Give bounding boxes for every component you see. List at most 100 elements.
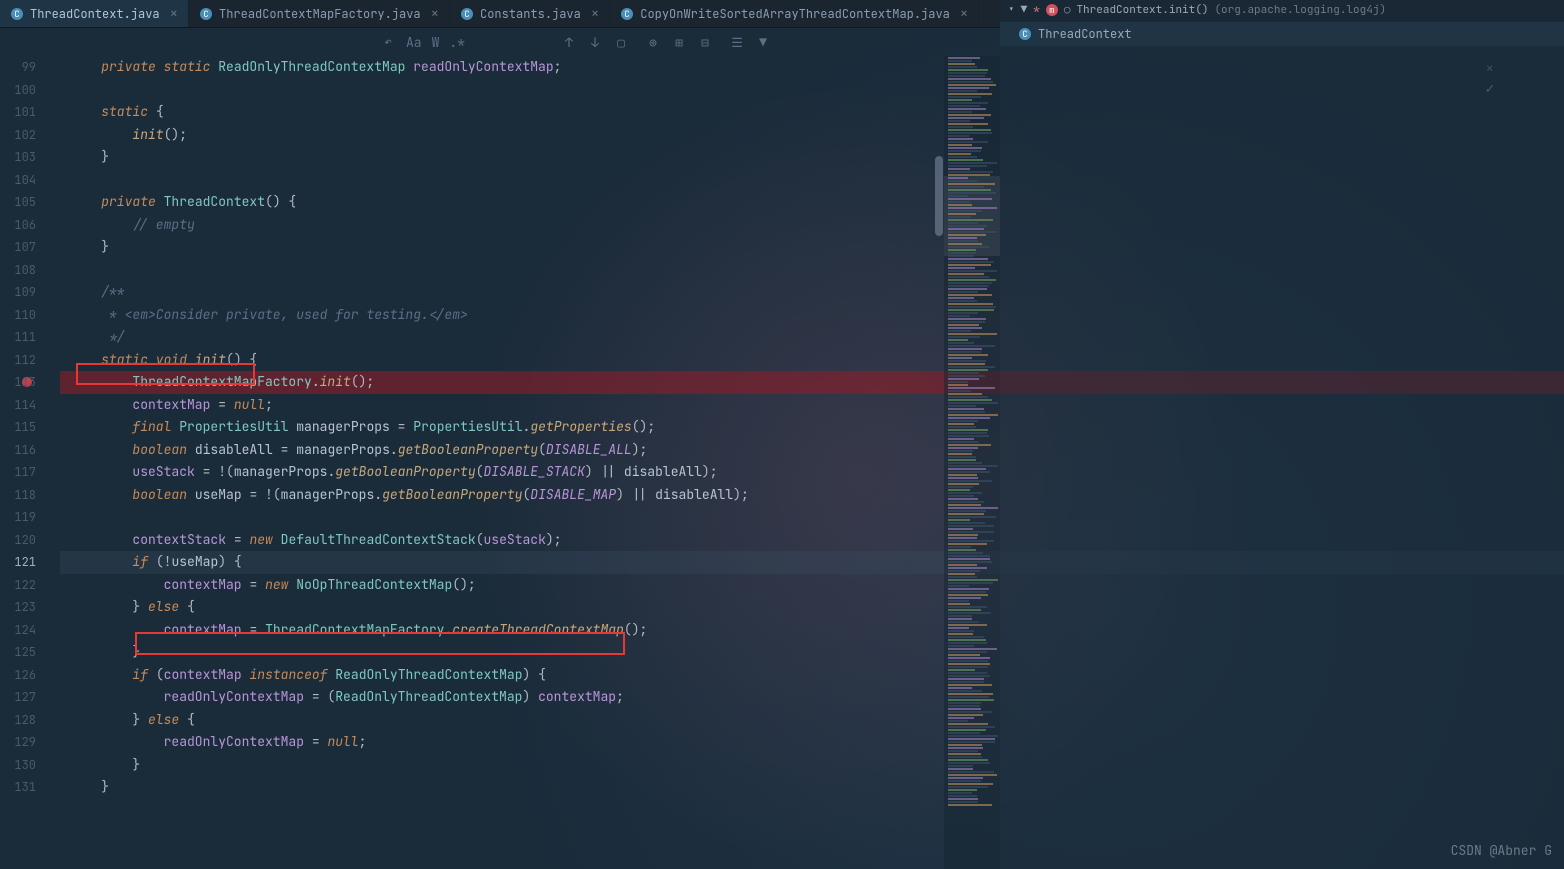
minimap-line — [948, 264, 991, 266]
minimap-line — [948, 426, 976, 428]
close-icon[interactable]: × — [960, 5, 968, 23]
minimap-line — [948, 252, 976, 254]
minimap-line — [948, 492, 982, 494]
select-all-icon[interactable]: ▢ — [613, 34, 629, 50]
word-toggle[interactable]: W — [432, 34, 440, 51]
minimap-line — [948, 177, 968, 179]
tab-constants[interactable]: C Constants.java × — [450, 0, 610, 27]
tab-copyonwrite[interactable]: C CopyOnWriteSortedArrayThreadContextMap… — [610, 0, 979, 27]
minimap-line — [948, 141, 988, 143]
minimap-line — [948, 129, 991, 131]
minimap[interactable] — [944, 56, 1000, 869]
scrollbar[interactable] — [934, 56, 944, 869]
minimap-line — [948, 258, 988, 260]
minimap-line — [948, 171, 993, 173]
minimap-line — [948, 537, 977, 539]
minimap-line — [948, 567, 987, 569]
line-number: 100 — [0, 79, 36, 102]
back-icon[interactable]: ↶ — [380, 34, 396, 50]
line-number: 116 — [0, 439, 36, 462]
structure-class-item[interactable]: C ThreadContext — [1000, 22, 1564, 46]
close-icon[interactable]: × — [431, 5, 439, 23]
minimap-line — [948, 573, 975, 575]
watermark: CSDN @Abner G — [1451, 842, 1552, 859]
minimap-line — [948, 297, 974, 299]
arrow-down-icon[interactable]: ↓ — [587, 34, 603, 50]
structure-breadcrumb[interactable]: ▾ ▼ * m ○ ThreadContext.init() (org.apac… — [1000, 0, 1564, 20]
arrow-up-icon[interactable]: ↑ — [561, 34, 577, 50]
close-icon[interactable]: × — [170, 5, 178, 23]
settings-icon[interactable]: ☰ — [729, 34, 745, 50]
minimap-line — [948, 312, 978, 314]
tab-label: ThreadContextMapFactory.java — [219, 6, 421, 22]
minimap-line — [948, 159, 983, 161]
structure-class-label: ThreadContext — [1038, 26, 1132, 42]
minimap-line — [948, 369, 988, 371]
minimap-line — [948, 60, 972, 62]
line-number: 117 — [0, 461, 36, 484]
minimap-line — [948, 603, 970, 605]
minimap-line — [948, 393, 982, 395]
fold-column[interactable] — [44, 56, 60, 869]
minimap-line — [948, 204, 972, 206]
minimap-line — [948, 285, 989, 287]
minimap-line — [948, 408, 984, 410]
minimap-line — [948, 564, 977, 566]
line-number: 104 — [0, 169, 36, 192]
svg-text:C: C — [1022, 28, 1027, 40]
minimap-line — [948, 747, 983, 749]
minimap-line — [948, 534, 978, 536]
tab-threadcontextmapfactory[interactable]: C ThreadContextMapFactory.java × — [189, 0, 450, 27]
svg-text:C: C — [203, 8, 208, 20]
minimap-line — [948, 327, 982, 329]
regex-toggle[interactable]: .* — [449, 34, 465, 51]
scrollbar-thumb[interactable] — [935, 156, 943, 236]
minimap-line — [948, 474, 977, 476]
add-selection-icon[interactable]: ⊕ — [645, 34, 661, 50]
case-sensitive-toggle[interactable]: Aa — [406, 34, 422, 51]
minimap-line — [948, 462, 982, 464]
minimap-line — [948, 732, 980, 734]
minimap-line — [948, 543, 987, 545]
minimap-line — [948, 774, 997, 776]
collapse-icon[interactable]: ▾ — [1008, 3, 1015, 17]
minimap-line — [948, 528, 973, 530]
minimap-line — [948, 417, 990, 419]
minimap-line — [948, 63, 975, 65]
minimap-line — [948, 72, 987, 74]
minimap-line — [948, 744, 982, 746]
close-icon[interactable]: × — [591, 5, 599, 23]
minimap-line — [948, 561, 992, 563]
minimap-line — [948, 738, 995, 740]
minimap-line — [948, 291, 978, 293]
minimap-line — [948, 294, 992, 296]
tab-threadcontext[interactable]: C ThreadContext.java × — [0, 0, 189, 27]
line-number: 109 — [0, 281, 36, 304]
minimap-line — [948, 324, 979, 326]
minimap-line — [948, 588, 989, 590]
select-occurrences-icon[interactable]: ⊞ — [671, 34, 687, 50]
minimap-line — [948, 615, 972, 617]
lock-icon: ○ — [1064, 3, 1071, 17]
java-class-icon: C — [460, 7, 474, 21]
minimap-line — [948, 249, 976, 251]
filter-icon[interactable]: ▼ — [755, 34, 771, 50]
minimap-line — [948, 606, 987, 608]
minimap-line — [948, 651, 987, 653]
minimap-line — [948, 699, 994, 701]
remove-occurrences-icon[interactable]: ⊟ — [697, 34, 713, 50]
minimap-line — [948, 306, 996, 308]
minimap-line — [948, 69, 988, 71]
minimap-line — [948, 711, 992, 713]
minimap-line — [948, 66, 977, 68]
minimap-line — [948, 495, 974, 497]
minimap-line — [948, 126, 973, 128]
expand-icon[interactable]: ▼ — [1021, 3, 1028, 17]
minimap-line — [948, 780, 981, 782]
line-number: 125 — [0, 641, 36, 664]
line-number: 122 — [0, 574, 36, 597]
minimap-line — [948, 792, 972, 794]
favorite-icon[interactable]: * — [1033, 3, 1040, 17]
minimap-line — [948, 300, 977, 302]
minimap-line — [948, 219, 993, 221]
